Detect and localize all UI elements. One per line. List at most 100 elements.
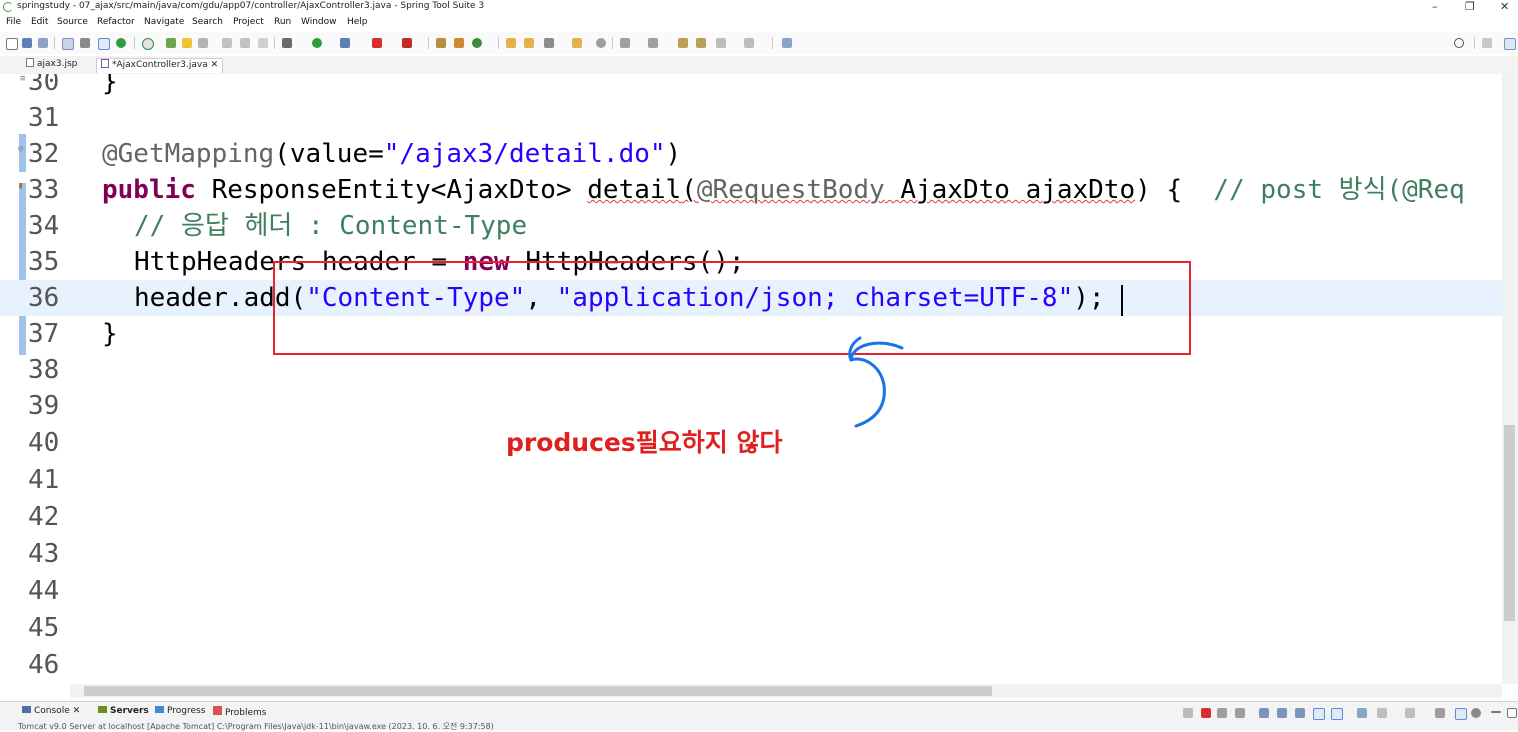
maximize-button[interactable]: ❐ xyxy=(1465,0,1475,13)
code-line[interactable]: 45 xyxy=(0,610,1502,646)
block-icon[interactable] xyxy=(240,38,250,48)
terminal-icon[interactable] xyxy=(62,38,74,50)
menu-run[interactable]: Run xyxy=(274,17,291,27)
bottom-panel: Console ✕ Servers Progress Problems Tomc… xyxy=(0,701,1518,731)
code-line[interactable]: 43 xyxy=(0,536,1502,572)
search-icon[interactable] xyxy=(1454,38,1464,48)
toggle-icon[interactable] xyxy=(98,38,110,50)
code-editor[interactable]: ≡ ◎ ▮ 30 } 31 32 @GetMapping(value="/aja… xyxy=(0,74,1502,684)
maximize-view-icon[interactable] xyxy=(1507,708,1517,718)
show-on-output-icon[interactable] xyxy=(1295,708,1305,718)
open-type-icon[interactable] xyxy=(506,38,516,48)
horizontal-scroll-thumb[interactable] xyxy=(84,686,992,696)
title-bar: springstudy - 07_ajax/src/main/java/com/… xyxy=(0,0,1518,15)
search-tool-icon[interactable] xyxy=(340,38,350,48)
pen-icon[interactable] xyxy=(544,38,554,48)
new-console-icon[interactable] xyxy=(1377,708,1387,718)
doc-icon[interactable] xyxy=(222,38,232,48)
pin-icon[interactable] xyxy=(166,38,176,48)
minimize-view-icon[interactable] xyxy=(1491,711,1501,713)
tab-ajaxcontroller3-java[interactable]: *AjaxController3.java ✕ xyxy=(96,58,224,73)
open-console-icon[interactable] xyxy=(1405,708,1415,718)
highlight-icon[interactable] xyxy=(182,38,192,48)
new-icon[interactable] xyxy=(6,38,18,50)
minimize-button[interactable]: – xyxy=(1432,0,1438,13)
restart-icon[interactable] xyxy=(1183,708,1193,718)
tab-progress[interactable]: Progress xyxy=(155,706,205,716)
remove-launch-icon[interactable] xyxy=(1217,708,1227,718)
forward-icon[interactable] xyxy=(744,38,754,48)
stop-icon[interactable] xyxy=(372,38,382,48)
menu-source[interactable]: Source xyxy=(57,17,88,27)
menu-refactor[interactable]: Refactor xyxy=(97,17,135,27)
run-icon[interactable] xyxy=(312,38,322,48)
external-tools-icon[interactable] xyxy=(402,38,412,48)
code-line[interactable]: 44 xyxy=(0,573,1502,609)
start-server-icon[interactable] xyxy=(116,38,126,48)
new-class-icon[interactable] xyxy=(472,38,482,48)
code-line[interactable]: 34 // 응답 헤더 : Content-Type xyxy=(0,208,1502,244)
gear-icon[interactable] xyxy=(1471,708,1481,718)
skip-icon[interactable] xyxy=(80,38,90,48)
code-line[interactable]: 42 xyxy=(0,499,1502,535)
annotation-note: produces필요하지 않다 xyxy=(506,428,783,457)
tab-ajax3-jsp[interactable]: ajax3.jsp xyxy=(22,58,81,73)
globe-icon[interactable] xyxy=(596,38,606,48)
highlight-box xyxy=(273,261,1191,355)
tab-problems[interactable]: Problems xyxy=(213,706,266,718)
save-icon[interactable] xyxy=(22,38,32,48)
scroll-lock-icon[interactable] xyxy=(1259,708,1269,718)
folder-icon[interactable] xyxy=(572,38,582,48)
menu-edit[interactable]: Edit xyxy=(31,17,48,27)
debug-icon[interactable] xyxy=(282,38,292,48)
display-console-icon[interactable] xyxy=(1357,708,1367,718)
tab-console[interactable]: Console ✕ xyxy=(22,706,80,716)
code-line[interactable]: 30 } xyxy=(0,74,1502,100)
open-resource-icon[interactable] xyxy=(524,38,534,48)
close-tab-icon[interactable]: ✕ xyxy=(211,60,219,70)
servers-icon xyxy=(98,706,107,713)
menu-navigate[interactable]: Navigate xyxy=(144,17,184,27)
code-line[interactable]: 31 xyxy=(0,100,1502,136)
code-line[interactable]: 39 xyxy=(0,388,1502,424)
last-edit-icon[interactable] xyxy=(678,38,688,48)
back-icon[interactable] xyxy=(716,38,726,48)
save-all-icon[interactable] xyxy=(38,38,48,48)
menu-search[interactable]: Search xyxy=(192,17,223,27)
file-icon xyxy=(26,58,34,67)
problems-icon xyxy=(213,706,222,715)
menu-file[interactable]: File xyxy=(6,17,21,27)
code-line[interactable]: 38 xyxy=(0,352,1502,388)
code-line[interactable]: 41 xyxy=(0,462,1502,498)
pilcrow-icon[interactable] xyxy=(258,38,268,48)
code-line[interactable]: 46 xyxy=(0,647,1502,683)
next-annotation-icon[interactable] xyxy=(620,38,630,48)
close-button[interactable]: ✕ xyxy=(1500,0,1509,13)
pin-console-icon[interactable] xyxy=(1331,708,1343,720)
menu-bar: File Edit Source Refactor Navigate Searc… xyxy=(0,15,1518,32)
show-on-error-icon[interactable] xyxy=(1313,708,1325,720)
code-line[interactable]: 33 public ResponseEntity<AjaxDto> detail… xyxy=(0,172,1502,208)
window-title: springstudy - 07_ajax/src/main/java/com/… xyxy=(17,1,485,11)
menu-project[interactable]: Project xyxy=(233,17,264,27)
link-icon[interactable] xyxy=(1455,708,1467,720)
spring-perspective-icon[interactable] xyxy=(1504,38,1516,50)
tab-servers[interactable]: Servers xyxy=(98,706,149,716)
mark-icon[interactable] xyxy=(198,38,208,48)
pin-editor-icon[interactable] xyxy=(782,38,792,48)
refresh-icon[interactable] xyxy=(142,38,154,50)
word-wrap-icon[interactable] xyxy=(1277,708,1287,718)
new-java-project-icon[interactable] xyxy=(436,38,446,48)
terminate-icon[interactable] xyxy=(1201,708,1211,718)
code-line[interactable]: 32 @GetMapping(value="/ajax3/detail.do") xyxy=(0,136,1502,172)
menu-window[interactable]: Window xyxy=(301,17,337,27)
prev-annotation-icon[interactable] xyxy=(648,38,658,48)
open-perspective-icon[interactable] xyxy=(1482,38,1492,48)
edit-nav-icon[interactable] xyxy=(696,38,706,48)
menu-help[interactable]: Help xyxy=(347,17,368,27)
remove-all-icon[interactable] xyxy=(1235,708,1245,718)
editor-tabs: ajax3.jsp *AjaxController3.java ✕ xyxy=(0,56,1518,75)
settings-icon[interactable] xyxy=(1435,708,1445,718)
new-package-icon[interactable] xyxy=(454,38,464,48)
vertical-scroll-thumb[interactable] xyxy=(1504,425,1515,621)
